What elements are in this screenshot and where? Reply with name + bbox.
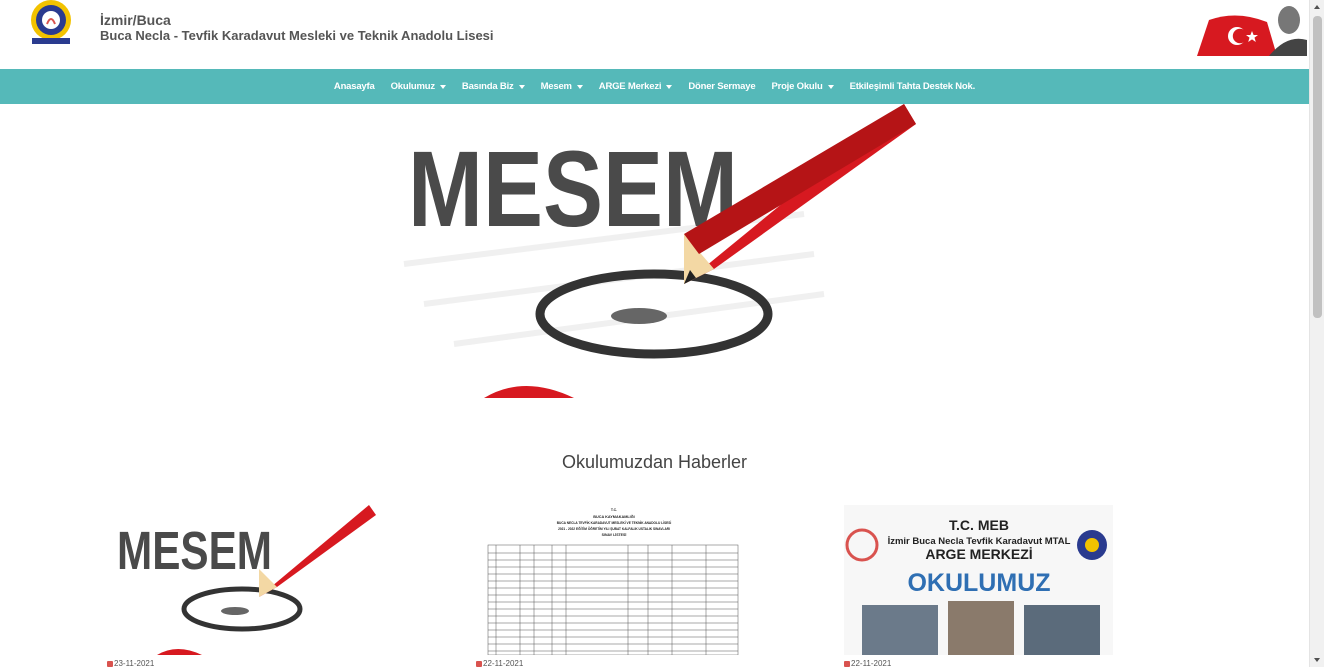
caret-down-icon [518, 84, 525, 89]
nav-item-label: Proje Okulu [771, 81, 823, 92]
hero-banner[interactable]: MESEM [384, 104, 916, 398]
caret-down-icon [576, 84, 583, 89]
nav-item-label: Okulumuz [390, 81, 436, 92]
vertical-scrollbar[interactable] [1309, 0, 1324, 667]
site-header: İzmir/Buca Buca Necla - Tevfik Karadavut… [0, 0, 1309, 69]
section-title: Okulumuzdan Haberler [561, 452, 748, 472]
caret-down-icon [439, 84, 446, 89]
caret-down-icon [666, 84, 673, 89]
news-card[interactable]: MESEM [107, 505, 376, 655]
nav-item-proje-okulu[interactable]: Proje Okulu [771, 81, 834, 92]
nav-item-basinda-biz[interactable]: Basında Biz [462, 81, 525, 92]
news-image-title: MESEM [117, 521, 272, 581]
nav-item-mesem[interactable]: Mesem [541, 81, 583, 92]
nav-item-okulumuz[interactable]: Okulumuz [391, 81, 446, 92]
mesem-pencil-banner: MESEM [384, 104, 916, 398]
news-image: MESEM [107, 505, 376, 655]
doc-line: 2021 - 2022 EĞİTİM ÖĞRETİM YILI ŞUBAT KA… [558, 526, 670, 531]
caret-down-icon [827, 84, 834, 89]
main-nav: Anasayfa Okulumuz Basında Biz Mesem ARGE… [0, 69, 1309, 104]
page: İzmir/Buca Buca Necla - Tevfik Karadavut… [0, 0, 1309, 667]
news-card[interactable]: T.C. MEB İzmir Buca Necla Tevfik Karadav… [844, 505, 1113, 655]
turkish-flag-image [1197, 6, 1307, 56]
doc-line: BUCA KAYMAKAMLIĞI [593, 514, 634, 519]
nav-item-doner-sermaye[interactable]: Döner Sermaye [688, 81, 755, 92]
calendar-icon [476, 660, 482, 667]
doc-line: SINAV LİSTESİ [602, 533, 627, 537]
news-date: 23-11-2021 [107, 659, 154, 667]
scrollbar-thumb[interactable] [1313, 16, 1322, 318]
nav-item-label: ARGE Merkezi [598, 81, 662, 92]
nav-item-label: Mesem [540, 81, 572, 92]
scroll-down-icon[interactable] [1314, 658, 1320, 662]
news-photo [1024, 605, 1100, 655]
news-image: T.C. MEB İzmir Buca Necla Tevfik Karadav… [844, 505, 1113, 655]
nav-item-arge-merkezi[interactable]: ARGE Merkezi [599, 81, 673, 92]
news-date: 22-11-2021 [844, 659, 891, 667]
news-photo [948, 601, 1014, 655]
scroll-up-icon[interactable] [1314, 5, 1320, 9]
city-label: İzmir/Buca [100, 12, 171, 28]
nav-item-label: Basında Biz [461, 81, 514, 92]
doc-line: T.C. [611, 508, 617, 512]
nav-item-label: Etkileşimli Tahta Destek Nok. [849, 81, 976, 92]
nav-item-label: Döner Sermaye [688, 81, 756, 92]
news-card[interactable]: T.C. BUCA KAYMAKAMLIĞI BUCA NECLA TEVFİK… [476, 505, 745, 655]
calendar-icon [844, 660, 850, 667]
school-name[interactable]: Buca Necla - Tevfik Karadavut Mesleki ve… [100, 28, 494, 44]
news-image: T.C. BUCA KAYMAKAMLIĞI BUCA NECLA TEVFİK… [476, 505, 745, 655]
hero-title: MESEM [408, 128, 738, 249]
image-line: ARGE MERKEZİ [925, 546, 1032, 562]
nav-item-etkilesimli-tahta[interactable]: Etkileşimli Tahta Destek Nok. [850, 81, 976, 92]
news-date-label: 22-11-2021 [483, 659, 524, 667]
calendar-icon [107, 660, 113, 667]
news-date-label: 22-11-2021 [851, 659, 892, 667]
news-photo [862, 605, 938, 655]
school-logo[interactable] [22, 0, 80, 46]
doc-line: BUCA NECLA TEVFİK KARADAVUT MESLEKİ VE T… [557, 521, 672, 525]
nav-item-anasayfa[interactable]: Anasayfa [334, 81, 375, 92]
news-date: 22-11-2021 [476, 659, 523, 667]
image-line: OKULUMUZ [907, 569, 1050, 597]
image-line: T.C. MEB [949, 517, 1009, 533]
news-date-label: 23-11-2021 [114, 659, 155, 667]
nav-item-label: Anasayfa [333, 81, 375, 92]
